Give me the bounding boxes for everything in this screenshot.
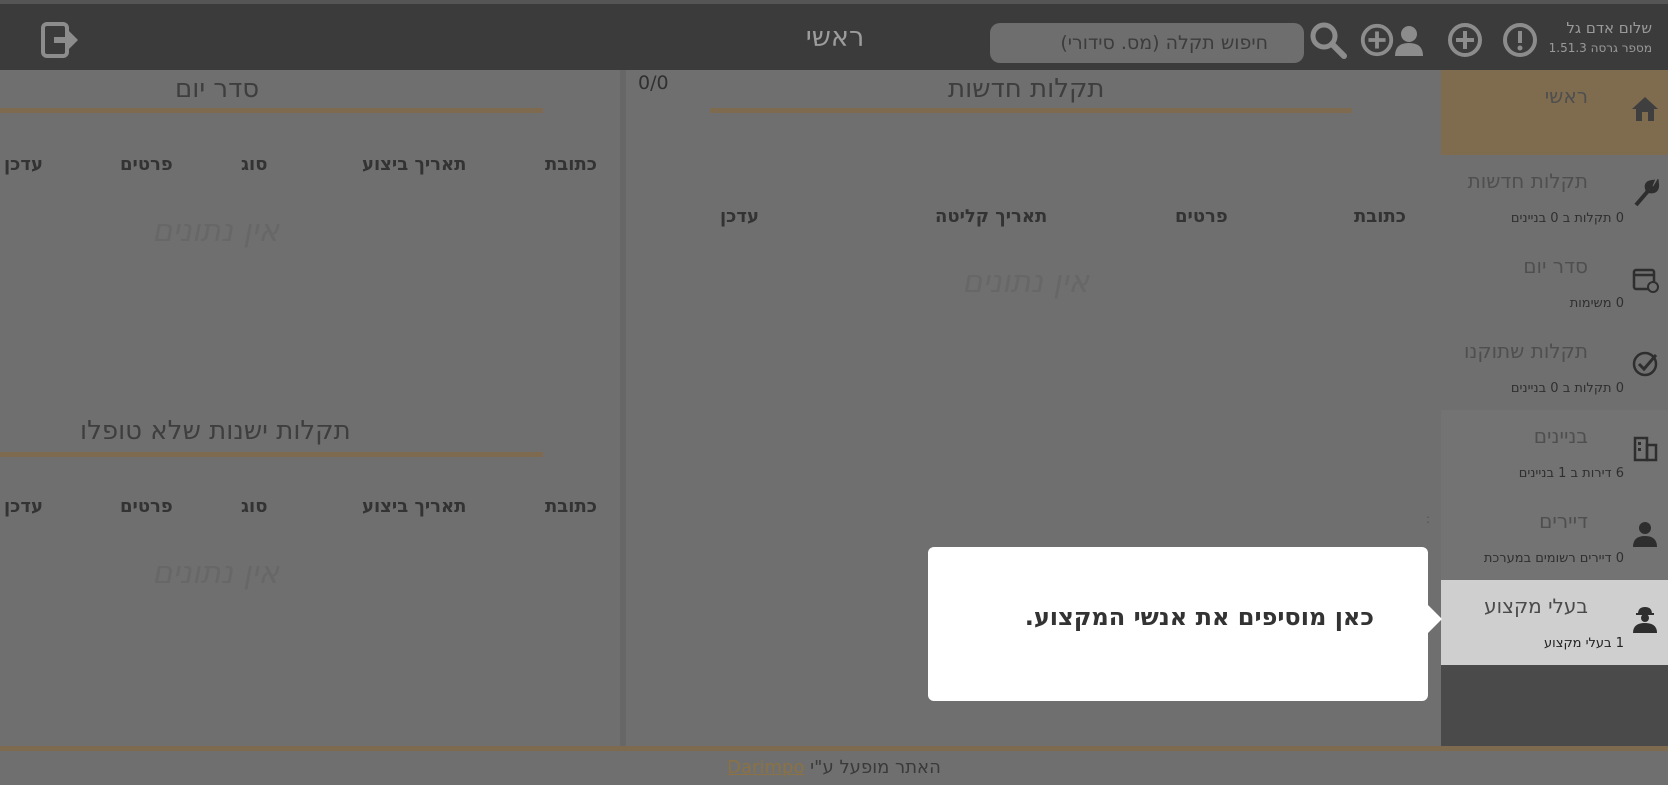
top-bar: ראשי שלום אדם גל מספר גרסה 1.51.3	[0, 0, 1668, 70]
sidebar-item-sub: 0 תקלות ב 0 בניינים	[1510, 211, 1624, 226]
person-icon	[1633, 522, 1657, 547]
sidebar-item-professionals[interactable]: בעלי מקצוע 1 בעלי מקצוע	[1441, 580, 1668, 665]
sidebar-item-sub: 1 בעלי מקצוע	[1544, 636, 1624, 651]
footer-link[interactable]: Darimpo	[727, 757, 804, 778]
agenda-col-date: תאריך ביצוע	[362, 154, 467, 175]
sidebar-item-label: תקלות חדשות	[1467, 169, 1588, 193]
sidebar-item-sub: 0 דיירים רשומים במערכת	[1483, 551, 1624, 566]
calendar-icon	[1632, 268, 1659, 293]
home-icon	[1632, 97, 1658, 121]
sidebar-item-label: דיירים	[1539, 509, 1588, 533]
sidebar-item-label: ראשי	[1544, 84, 1588, 108]
sidebar-item-home[interactable]: ראשי	[1441, 70, 1668, 155]
add-fault-icon[interactable]	[1445, 20, 1485, 60]
sidebar-item-label: סדר יום	[1523, 254, 1588, 278]
user-name: שלום אדם גל	[1566, 19, 1652, 37]
sidebar-item-tenants[interactable]: דיירים 0 דיירים רשומים במערכת	[1441, 495, 1668, 580]
onboarding-tooltip: כאן מוסיפים את אנשי המקצוע.	[928, 547, 1442, 701]
wrench-icon	[1634, 179, 1660, 207]
new-col-address: כתובת	[1354, 206, 1406, 227]
agenda-col-update: עדכן	[4, 154, 43, 175]
agenda-divider	[0, 108, 543, 113]
user-greeting: שלום אדם גל מספר גרסה 1.51.3	[1549, 19, 1652, 55]
agenda-panel: סדר יום כתובת תאריך ביצוע סוג פרטים עדכן…	[0, 70, 626, 750]
new-faults-title: תקלות חדשות	[948, 74, 1105, 104]
new-col-details: פרטים	[1175, 206, 1228, 227]
tiny-mark: :	[1426, 512, 1431, 526]
new-faults-empty: אין נתונים	[962, 264, 1090, 300]
sidebar-item-label: בניינים	[1533, 424, 1588, 448]
sidebar-item-sub: 0 תקלות ב 0 בניינים	[1510, 381, 1624, 396]
agenda-title: סדר יום	[175, 74, 260, 104]
new-col-update: עדכן	[720, 206, 759, 227]
sidebar-item-sub: 0 משימות	[1569, 296, 1624, 311]
old-col-address: כתובת	[545, 496, 597, 517]
building-icon	[1633, 436, 1658, 462]
tooltip-arrow	[1428, 605, 1442, 633]
search-input[interactable]	[990, 23, 1304, 63]
add-person-plus-icon[interactable]	[1358, 20, 1396, 60]
agenda-col-type: סוג	[241, 154, 268, 175]
agenda-col-address: כתובת	[545, 154, 597, 175]
add-tenant-icon[interactable]	[1392, 20, 1426, 60]
sidebar-item-sub: 6 דירות ב 1 בניינים	[1518, 466, 1624, 481]
new-faults-counter: 0/0	[638, 72, 669, 94]
version-label: מספר גרסה 1.51.3	[1548, 41, 1652, 55]
old-col-update: עדכן	[4, 496, 43, 517]
sidebar-item-agenda[interactable]: סדר יום 0 משימות	[1441, 240, 1668, 325]
check-icon	[1632, 351, 1658, 377]
old-faults-title: תקלות ישנות שלא טופלו	[80, 416, 351, 446]
page-title: ראשי	[805, 22, 865, 53]
sidebar-item-label: בעלי מקצוע	[1484, 594, 1588, 618]
old-col-date: תאריך ביצוע	[362, 496, 467, 517]
old-col-details: פרטים	[120, 496, 173, 517]
sidebar-item-buildings[interactable]: בניינים 6 דירות ב 1 בניינים	[1441, 410, 1668, 495]
old-col-type: סוג	[241, 496, 268, 517]
footer: האתר מופעל ע"י Darimpo	[0, 751, 1668, 785]
new-col-received-date: תאריך קליטה	[935, 206, 1048, 227]
footer-text: האתר מופעל ע"י	[810, 757, 941, 778]
worker-icon	[1633, 607, 1657, 633]
sidebar-item-label: תקלות שתוקנו	[1463, 339, 1588, 363]
tooltip-text: כאן מוסיפים את אנשי המקצוע.	[1024, 603, 1374, 631]
alert-icon[interactable]	[1500, 20, 1540, 60]
agenda-empty: אין נתונים	[152, 213, 280, 249]
sidebar-item-new-faults[interactable]: תקלות חדשות 0 תקלות ב 0 בניינים	[1441, 155, 1668, 240]
old-faults-divider	[0, 452, 543, 457]
logout-icon[interactable]	[40, 20, 80, 60]
search-icon[interactable]	[1308, 20, 1348, 60]
old-faults-empty: אין נתונים	[152, 555, 280, 591]
sidebar: ראשי תקלות חדשות 0 תקלות ב 0 בניינים סדר…	[1441, 70, 1668, 750]
new-faults-divider	[710, 108, 1352, 113]
sidebar-item-fixed-faults[interactable]: תקלות שתוקנו 0 תקלות ב 0 בניינים	[1441, 325, 1668, 410]
agenda-col-details: פרטים	[120, 154, 173, 175]
